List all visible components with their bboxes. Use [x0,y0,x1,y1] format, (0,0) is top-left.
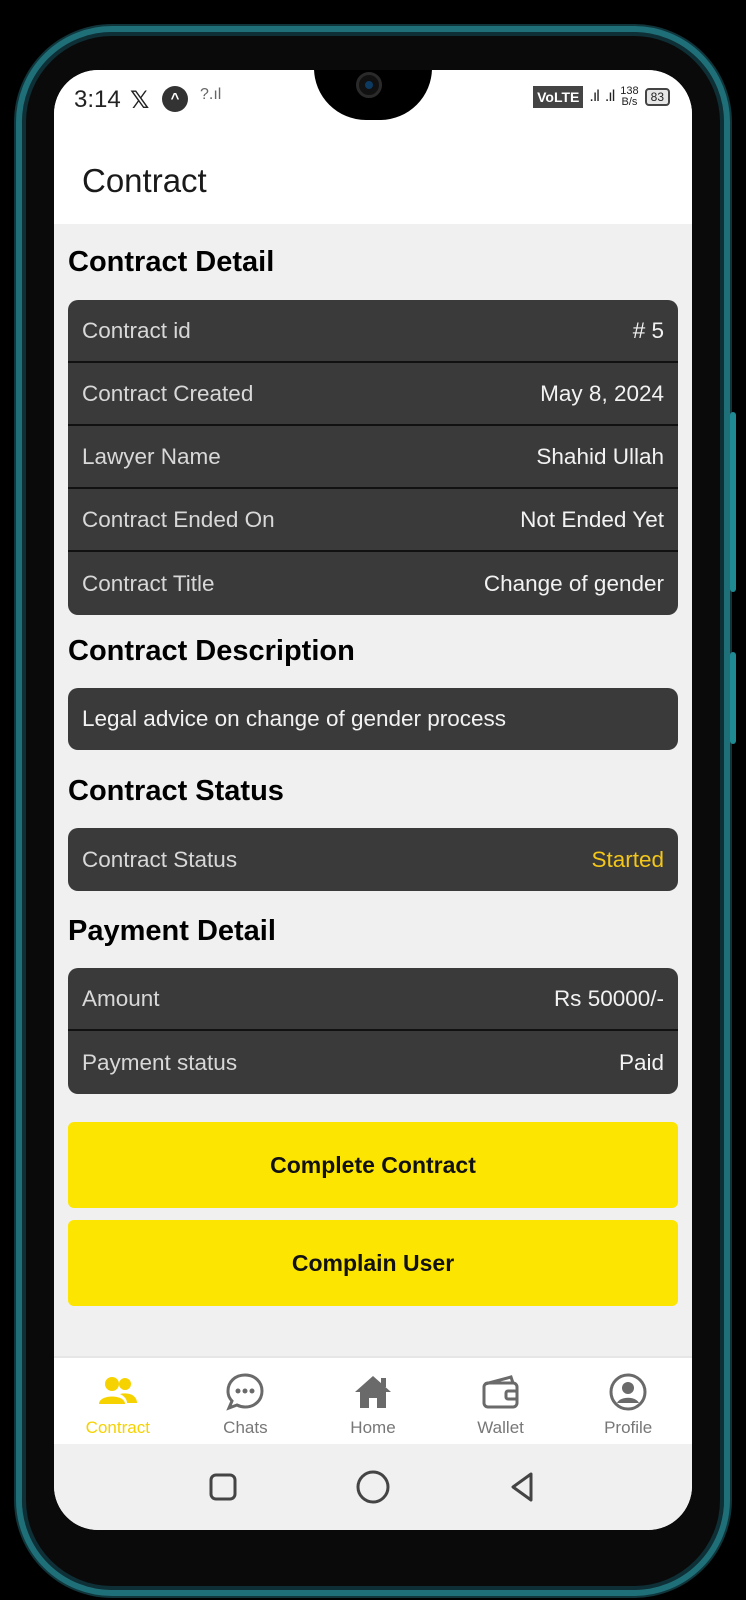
a-app-icon: ^ [162,86,188,112]
nav-label: Home [350,1418,396,1437]
payment-row-status: Payment status Paid [68,1031,678,1094]
row-label: Contract Title [82,570,215,596]
row-label: Contract Created [82,380,254,406]
row-label: Contract id [82,317,191,343]
row-value: # 5 [632,317,664,343]
row-label: Contract Ended On [82,506,275,532]
bottom-nav: Contract Chats Home Wallet Profile [54,1356,692,1444]
nav-item-profile[interactable]: Profile [564,1358,692,1444]
x-app-icon: 𝕏 [130,87,150,114]
system-nav-bar [54,1444,692,1530]
nav-label: Chats [223,1418,268,1437]
row-label: Contract Status [82,846,238,872]
row-value: Shahid Ullah [536,443,664,469]
wallet-icon [482,1375,519,1409]
row-value: May 8, 2024 [540,380,664,406]
battery-icon: 83 [644,88,670,106]
complain-user-button[interactable]: Complain User [68,1220,678,1306]
row-value: Paid [618,1049,664,1075]
status-card: Contract Status Started [68,828,678,891]
complete-contract-button[interactable]: Complete Contract [68,1122,678,1208]
signal-icon: .ıl [604,88,616,105]
screen: 3:14 𝕏 ^ ?.ıl VoLTE .ıl .ıl 138 B/s 83 C… [54,70,692,1530]
profile-icon [609,1373,647,1411]
network-speed-unit: B/s [621,96,638,108]
status-indicators: VoLTE .ıl .ıl 138 B/s 83 [533,86,670,108]
volte-icon: VoLTE [533,86,584,108]
users-icon [98,1377,137,1404]
nav-item-chats[interactable]: Chats [182,1358,310,1444]
app-bar: Contract [54,130,692,224]
detail-row-lawyer: Lawyer Name Shahid Ullah [68,426,678,489]
status-bar: 3:14 𝕏 ^ ?.ıl VoLTE .ıl .ıl 138 B/s 83 [54,70,692,130]
back-icon[interactable] [503,1467,543,1507]
recents-icon[interactable] [203,1467,243,1507]
row-label: Payment status [82,1049,238,1075]
network-speed: 138 B/s [620,86,638,108]
front-camera [356,72,382,98]
home-circle-icon[interactable] [353,1467,393,1507]
volume-button [730,412,736,592]
row-label: Amount [82,985,160,1011]
row-value: Rs 50000/- [553,985,664,1011]
contract-detail-card: Contract id # 5 Contract Created May 8, … [68,300,678,615]
nav-label: Wallet [477,1418,524,1437]
status-time: 3:14 [74,86,121,113]
row-value: Not Ended Yet [520,506,664,532]
nav-item-contract[interactable]: Contract [54,1358,182,1444]
row-label: Lawyer Name [82,443,221,469]
row-value: Change of gender [483,570,664,596]
description-heading: Contract Description [68,635,355,667]
nav-label: Contract [85,1418,150,1437]
page-title: Contract [82,162,207,199]
detail-row-ended: Contract Ended On Not Ended Yet [68,489,678,552]
description-card: Legal advice on change of gender process [68,688,678,750]
no-sim-signal-icon: ?.ıl [200,86,222,103]
power-button [730,652,736,744]
detail-row-title: Contract Title Change of gender [68,552,678,615]
payment-heading: Payment Detail [68,915,276,947]
nav-item-wallet[interactable]: Wallet [437,1358,565,1444]
payment-row-amount: Amount Rs 50000/- [68,968,678,1031]
status-heading: Contract Status [68,775,284,807]
nav-item-home[interactable]: Home [309,1358,437,1444]
detail-row-created: Contract Created May 8, 2024 [68,363,678,426]
signal-icon: .ıl [589,88,600,105]
payment-card: Amount Rs 50000/- Payment status Paid [68,968,678,1094]
status-row: Contract Status Started [68,828,678,891]
home-icon [354,1376,391,1408]
chat-icon [226,1373,264,1411]
nav-label: Profile [604,1418,653,1437]
contract-detail-heading: Contract Detail [68,246,275,278]
status-badge: Started [591,846,664,872]
detail-row-contract-id: Contract id # 5 [68,300,678,363]
description-text: Legal advice on change of gender process [82,706,507,731]
